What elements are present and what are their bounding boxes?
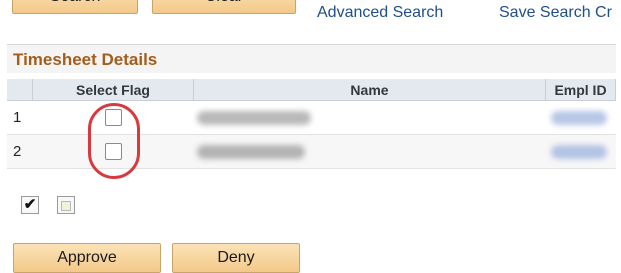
deselect-all-inner-icon [61, 201, 71, 211]
panel-title: Timesheet Details [13, 50, 158, 69]
empl-id-header[interactable]: Empl ID [546, 79, 616, 101]
search-button-label: Search [50, 0, 101, 9]
row-number: 1 [13, 109, 22, 126]
employee-name-redacted [197, 111, 311, 125]
advanced-search-link[interactable]: Advanced Search [317, 4, 443, 22]
select-all-icon[interactable]: ✔ [21, 196, 39, 214]
select-flag-header[interactable]: Select Flag [33, 79, 194, 101]
name-header[interactable]: Name [194, 79, 546, 101]
employee-name-redacted [197, 145, 305, 159]
panel-header: Timesheet Details [7, 44, 616, 73]
clear-button[interactable]: Clear [152, 0, 296, 14]
empl-id-redacted [551, 145, 607, 159]
clear-button-label: Clear [205, 0, 243, 9]
highlight-circle [88, 103, 140, 179]
deny-button[interactable]: Deny [172, 243, 300, 273]
approve-button[interactable]: Approve [13, 243, 161, 273]
deselect-all-icon[interactable] [57, 196, 75, 214]
search-button[interactable]: Search [12, 0, 138, 14]
row-number: 2 [13, 143, 22, 160]
save-search-link[interactable]: Save Search Cr [499, 4, 612, 22]
empl-id-redacted [551, 111, 607, 125]
rownum-header [7, 79, 33, 101]
